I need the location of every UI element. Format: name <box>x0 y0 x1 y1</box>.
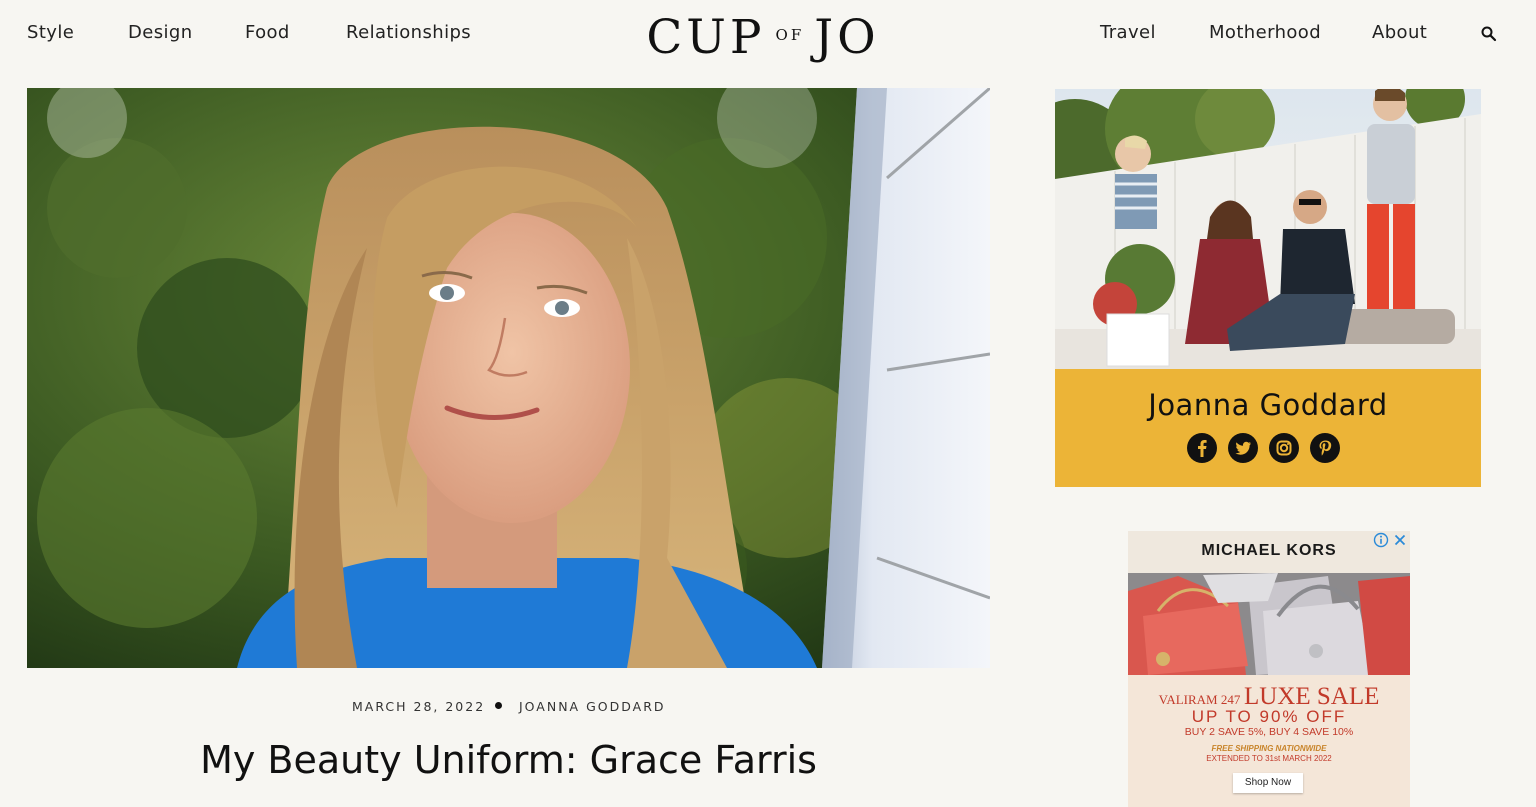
logo-cup: CUP <box>646 10 766 65</box>
site-logo[interactable]: CUP OF JO <box>592 8 934 62</box>
search-icon[interactable] <box>1480 25 1498 43</box>
nav-relationships[interactable]: Relationships <box>346 22 471 43</box>
pinterest-icon[interactable] <box>1310 433 1340 463</box>
ad-deal: BUY 2 SAVE 5%, BUY 4 SAVE 10% <box>1184 726 1354 738</box>
facebook-icon[interactable] <box>1187 433 1217 463</box>
post-author[interactable]: JOANNA GODDARD <box>519 699 666 714</box>
hero-image[interactable] <box>27 88 990 668</box>
nav-motherhood[interactable]: Motherhood <box>1209 22 1321 43</box>
nav-travel[interactable]: Travel <box>1100 22 1156 43</box>
shop-now-button[interactable]: Shop Now <box>1233 773 1303 793</box>
ad-offer: UP TO 90% OFF <box>1191 707 1347 726</box>
ad-brand: MICHAEL KORS <box>1201 542 1337 559</box>
close-icon[interactable] <box>1392 532 1408 548</box>
ad-sale: LUXE SALE <box>1243 683 1380 710</box>
family-photo <box>1055 89 1481 369</box>
profile-card: Joanna Goddard <box>1055 89 1481 487</box>
ad-store: VALIRAM 247 <box>1158 692 1241 707</box>
advertisement[interactable]: MICHAEL KORS VALIRAM 247 LUXE SALE UP TO… <box>1128 531 1410 807</box>
nav-food[interactable]: Food <box>245 22 290 43</box>
nav-about[interactable]: About <box>1372 22 1427 43</box>
ad-extended: EXTENDED TO 31st MARCH 2022 <box>1206 754 1332 763</box>
nav-design[interactable]: Design <box>128 22 193 43</box>
ad-shipping: FREE SHIPPING NATIONWIDE <box>1211 744 1327 753</box>
post-date: MARCH 28, 2022 <box>352 699 486 714</box>
profile-band <box>1055 369 1481 487</box>
info-icon[interactable] <box>1373 532 1389 548</box>
nav-style[interactable]: Style <box>27 22 74 43</box>
logo-of: OF <box>775 26 805 44</box>
meta-separator <box>495 702 502 709</box>
post-title[interactable]: My Beauty Uniform: Grace Farris <box>27 738 990 782</box>
profile-name[interactable]: Joanna Goddard <box>1055 388 1481 422</box>
logo-jo: JO <box>814 10 880 65</box>
instagram-icon[interactable] <box>1269 433 1299 463</box>
twitter-icon[interactable] <box>1228 433 1258 463</box>
